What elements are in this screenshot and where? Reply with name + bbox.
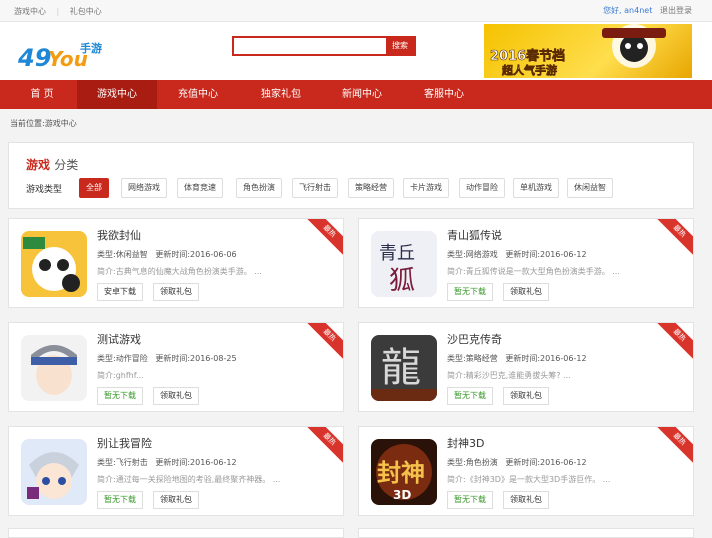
download-button[interactable]: 暂无下载	[447, 387, 493, 405]
promo-banner[interactable]: 2016春节档 超人气手游	[484, 24, 692, 78]
game-meta: 类型:休闲益智 更新时间:2016-06-06	[97, 250, 237, 259]
game-card[interactable]: 我欲封仙 类型:休闲益智 更新时间:2016-06-06 简介:古典气息的仙魔大…	[8, 218, 344, 308]
search-box: 搜索	[232, 36, 416, 56]
tag-shooter[interactable]: 飞行射击	[292, 178, 338, 198]
game-name[interactable]: 沙巴克传奇	[447, 331, 502, 347]
tag-all[interactable]: 全部	[79, 178, 109, 198]
svg-text:青丘: 青丘	[379, 243, 415, 264]
svg-text:狐: 狐	[389, 266, 415, 296]
download-button[interactable]: 暂无下载	[447, 283, 493, 301]
game-card[interactable]: 龍 沙巴克传奇 类型:策略经营 更新时间:2016-06-12 简介:精彩沙巴克…	[358, 322, 694, 412]
game-icon-fengshen[interactable]: 封神 3D	[371, 439, 437, 505]
game-card[interactable]: 青丘狐 青山狐传说 类型:网络游戏 更新时间:2016-06-12 简介:青丘狐…	[358, 218, 694, 308]
gift-button[interactable]: 领取礼包	[503, 283, 549, 301]
game-name[interactable]: 封神3D	[447, 435, 484, 451]
game-meta: 类型:策略经营 更新时间:2016-06-12	[447, 354, 587, 363]
game-meta: 类型:飞行射击 更新时间:2016-06-12	[97, 458, 237, 467]
game-meta: 类型:角色扮演 更新时间:2016-06-12	[447, 458, 587, 467]
gift-button[interactable]: 领取礼包	[153, 387, 199, 405]
gift-button[interactable]: 领取礼包	[153, 283, 199, 301]
tag-card[interactable]: 卡片游戏	[403, 178, 449, 198]
tag-rpg[interactable]: 角色扮演	[236, 178, 282, 198]
nav-gifts[interactable]: 独家礼包	[241, 80, 321, 109]
search-input[interactable]	[234, 38, 386, 54]
greeting: 您好,	[603, 6, 622, 15]
svg-text:49: 49	[18, 44, 51, 72]
toplink-game-center[interactable]: 游戏中心	[14, 7, 46, 16]
svg-text:封神: 封神	[377, 458, 425, 487]
breadcrumb: 当前位置:游戏中心	[10, 119, 77, 128]
logout-link[interactable]: 退出登录	[660, 6, 692, 15]
game-card[interactable]: 别让我冒险 类型:飞行射击 更新时间:2016-06-12 简介:通过每一关探险…	[8, 426, 344, 516]
game-name[interactable]: 青山狐传说	[447, 227, 502, 243]
game-icon-anime[interactable]	[21, 335, 87, 401]
game-icon-dragon[interactable]: 龍	[371, 335, 437, 401]
gift-button[interactable]: 领取礼包	[503, 491, 549, 509]
game-name[interactable]: 别让我冒险	[97, 435, 152, 451]
category-label: 游戏类型	[26, 185, 63, 195]
download-button[interactable]: 暂无下载	[97, 387, 143, 405]
game-name[interactable]: 我欲封仙	[97, 227, 141, 243]
game-desc: 简介:青丘狐传说是一款大型角色扮演类手游。 ...	[447, 267, 620, 276]
search-button[interactable]: 搜索	[386, 38, 414, 54]
game-desc: 简介:古典气息的仙魔大战角色扮演类手游。 ...	[97, 267, 262, 276]
hot-ribbon: 最热	[653, 323, 693, 362]
download-button[interactable]: 暂无下载	[97, 491, 143, 509]
category-panel: 游戏 分类 游戏类型 全部 网络游戏 体育竞速 角色扮演 飞行射击 策略经营 卡…	[8, 142, 694, 209]
separator: |	[56, 7, 60, 16]
hot-ribbon: 最热	[303, 427, 343, 466]
hot-ribbon: 最热	[653, 219, 693, 258]
game-desc: 简介:通过每一关探险地图的考验,最终聚齐神器。 ...	[97, 475, 281, 484]
download-button[interactable]: 暂无下载	[447, 491, 493, 509]
game-card[interactable]	[358, 528, 694, 538]
banner-line1: 2016春节档	[490, 48, 565, 64]
tag-action[interactable]: 动作冒险	[459, 178, 505, 198]
svg-text:3D: 3D	[393, 488, 411, 502]
username-link[interactable]: an4net	[624, 6, 652, 15]
game-card[interactable]	[8, 528, 344, 538]
top-bar: 游戏中心 | 礼包中心 您好, an4net 退出登录	[0, 0, 712, 22]
gift-button[interactable]: 领取礼包	[503, 387, 549, 405]
toplink-gift-center[interactable]: 礼包中心	[70, 7, 102, 16]
gift-button[interactable]: 领取礼包	[153, 491, 199, 509]
hot-ribbon: 最热	[303, 323, 343, 362]
nav-news[interactable]: 新闻中心	[322, 80, 402, 109]
site-logo[interactable]: 49 You 手游	[17, 36, 110, 74]
hot-ribbon: 最热	[303, 219, 343, 258]
game-meta: 类型:动作冒险 更新时间:2016-08-25	[97, 354, 237, 363]
svg-text:手游: 手游	[80, 41, 102, 55]
hot-ribbon: 最热	[653, 427, 693, 466]
nav-home[interactable]: 首 页	[2, 80, 82, 109]
tag-sports[interactable]: 体育竞速	[177, 178, 223, 198]
header: 49 You 手游 搜索 2016春节档 超人气手游	[0, 22, 712, 80]
nav-service[interactable]: 客服中心	[404, 80, 484, 109]
game-icon-adventure[interactable]	[21, 439, 87, 505]
game-icon-fox[interactable]: 青丘狐	[371, 231, 437, 297]
download-button[interactable]: 安卓下载	[97, 283, 143, 301]
game-icon-panda[interactable]	[21, 231, 87, 297]
game-name[interactable]: 测试游戏	[97, 331, 141, 347]
nav-game-center[interactable]: 游戏中心	[77, 80, 157, 109]
game-card[interactable]: 封神 3D 封神3D 类型:角色扮演 更新时间:2016-06-12 简介:《封神…	[358, 426, 694, 516]
game-card[interactable]: 测试游戏 类型:动作冒险 更新时间:2016-08-25 简介:ghfhf...…	[8, 322, 344, 412]
tag-offline[interactable]: 单机游戏	[513, 178, 559, 198]
game-desc: 简介:ghfhf...	[97, 371, 144, 380]
category-title: 游戏 分类	[26, 158, 79, 172]
main-nav: 首 页 游戏中心 充值中心 独家礼包 新闻中心 客服中心	[0, 80, 712, 109]
game-desc: 简介:精彩沙巴克,谁能勇拔头筹? ...	[447, 371, 571, 380]
tag-strategy[interactable]: 策略经营	[348, 178, 394, 198]
tag-casual[interactable]: 休闲益智	[567, 178, 613, 198]
game-desc: 简介:《封神3D》是一款大型3D手游巨作。 ...	[447, 475, 611, 484]
tag-online[interactable]: 网络游戏	[121, 178, 167, 198]
game-meta: 类型:网络游戏 更新时间:2016-06-12	[447, 250, 587, 259]
banner-line2: 超人气手游	[501, 63, 557, 77]
nav-recharge[interactable]: 充值中心	[158, 80, 238, 109]
svg-text:龍: 龍	[381, 345, 421, 391]
